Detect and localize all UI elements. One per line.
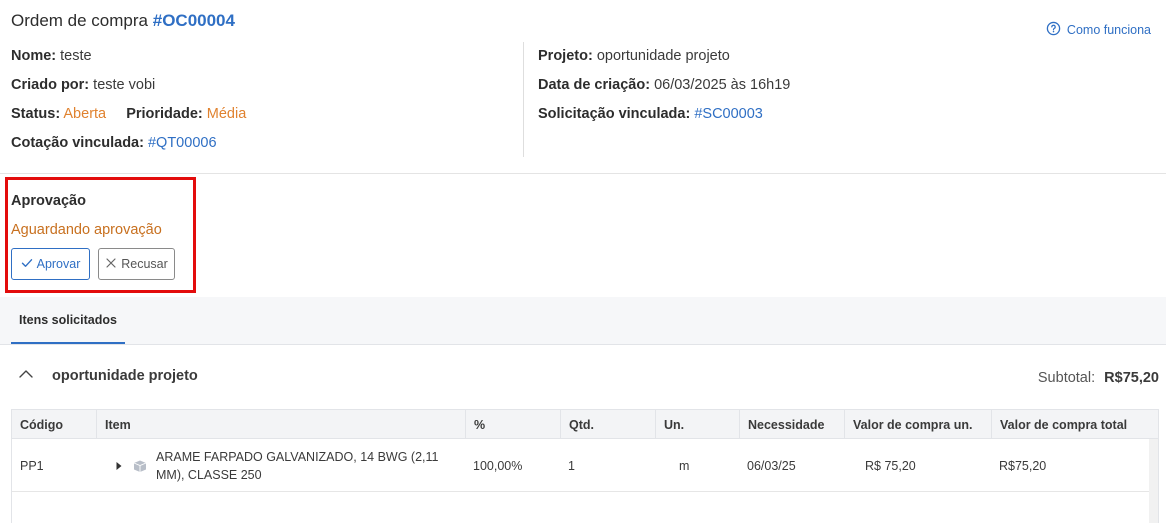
- group-header[interactable]: oportunidade projeto: [18, 366, 198, 386]
- chevron-up-icon[interactable]: [18, 366, 34, 386]
- column-header: Valor de compra un.: [844, 410, 991, 439]
- project-value: oportunidade projeto: [596, 48, 730, 64]
- section-divider: [0, 173, 1166, 174]
- page-title: Ordem de compra #OC00004: [11, 11, 235, 31]
- item-total-value: R$75,20: [999, 458, 1047, 473]
- tab-requested-items[interactable]: Itens solicitados: [11, 297, 125, 344]
- created-date-label: Data de criação:: [538, 77, 651, 93]
- priority-value: Média: [206, 106, 247, 122]
- table-row[interactable]: PP1 ARAME FARPADO GALVANIZADO, 14 BWG (2…: [12, 439, 1158, 492]
- how-it-works-link[interactable]: Como funciona: [1046, 21, 1151, 39]
- name-value: teste: [60, 48, 92, 64]
- priority-label: Prioridade:: [126, 106, 203, 122]
- column-header: Código: [20, 417, 64, 432]
- approval-status: Aguardando aprovação: [11, 222, 162, 238]
- item-qty: 1: [568, 458, 575, 473]
- request-label: Solicitação vinculada:: [538, 106, 691, 122]
- approval-title: Aprovação: [11, 193, 86, 209]
- item-name: ARAME FARPADO GALVANIZADO, 14 BWG (2,11 …: [156, 449, 439, 482]
- item-cell: ARAME FARPADO GALVANIZADO, 14 BWG (2,11 …: [96, 439, 465, 492]
- help-circle-icon: [1046, 21, 1061, 39]
- table-scrollbar[interactable]: [1149, 439, 1158, 523]
- table-header: Código Item % Qtd. Un. Necessidade Valor…: [12, 410, 1158, 439]
- order-code: #OC00004: [152, 11, 235, 30]
- approve-label: Aprovar: [36, 257, 81, 271]
- help-label: Como funciona: [1066, 23, 1151, 37]
- created-date-row: Data de criação: 06/03/2025 às 16h19: [538, 77, 790, 93]
- package-icon: [132, 459, 148, 473]
- item-need-date: 06/03/25: [747, 458, 796, 473]
- subtotal: Subtotal: R$75,20: [1038, 370, 1159, 386]
- name-label: Nome:: [11, 48, 57, 64]
- name-row: Nome: teste: [11, 48, 92, 64]
- column-header: Un.: [655, 410, 739, 439]
- subtotal-value: R$75,20: [1104, 370, 1159, 386]
- items-table: Código Item % Qtd. Un. Necessidade Valor…: [11, 409, 1159, 523]
- group-name: oportunidade projeto: [52, 368, 198, 384]
- column-header: Valor de compra total: [991, 410, 1160, 439]
- item-unit-value: R$ 75,20: [865, 458, 916, 473]
- request-row: Solicitação vinculada: #SC00003: [538, 106, 763, 122]
- approve-button[interactable]: Aprovar: [11, 248, 90, 280]
- project-label: Projeto:: [538, 48, 593, 64]
- created-date-value: 06/03/2025 às 16h19: [654, 77, 791, 93]
- item-code: PP1: [20, 458, 44, 473]
- request-link[interactable]: #SC00003: [694, 106, 763, 122]
- quote-link[interactable]: #QT00006: [148, 135, 217, 151]
- status-value: Aberta: [63, 106, 107, 122]
- column-header: Item: [96, 410, 465, 439]
- title-prefix: Ordem de compra: [11, 11, 148, 30]
- created-by-label: Criado por:: [11, 77, 90, 93]
- column-header: Necessidade: [739, 410, 844, 439]
- column-header: %: [465, 410, 560, 439]
- status-row: Status: Aberta Prioridade: Média: [11, 106, 246, 122]
- item-percent: 100,00%: [473, 458, 523, 473]
- check-icon: [21, 257, 33, 272]
- info-divider: [523, 42, 524, 157]
- status-label: Status:: [11, 106, 61, 122]
- item-unit: m: [679, 458, 690, 473]
- close-icon: [105, 257, 117, 272]
- refuse-label: Recusar: [121, 257, 168, 271]
- tabs-bar: Itens solicitados: [0, 297, 1166, 345]
- subtotal-label: Subtotal:: [1037, 370, 1096, 386]
- column-header: Qtd.: [560, 410, 655, 439]
- caret-right-icon[interactable]: [114, 461, 124, 471]
- created-by-row: Criado por: teste vobi: [11, 77, 155, 93]
- quote-row: Cotação vinculada: #QT00006: [11, 135, 217, 151]
- refuse-button[interactable]: Recusar: [98, 248, 175, 280]
- created-by-value: teste vobi: [93, 77, 156, 93]
- quote-label: Cotação vinculada:: [11, 135, 144, 151]
- project-row: Projeto: oportunidade projeto: [538, 48, 730, 64]
